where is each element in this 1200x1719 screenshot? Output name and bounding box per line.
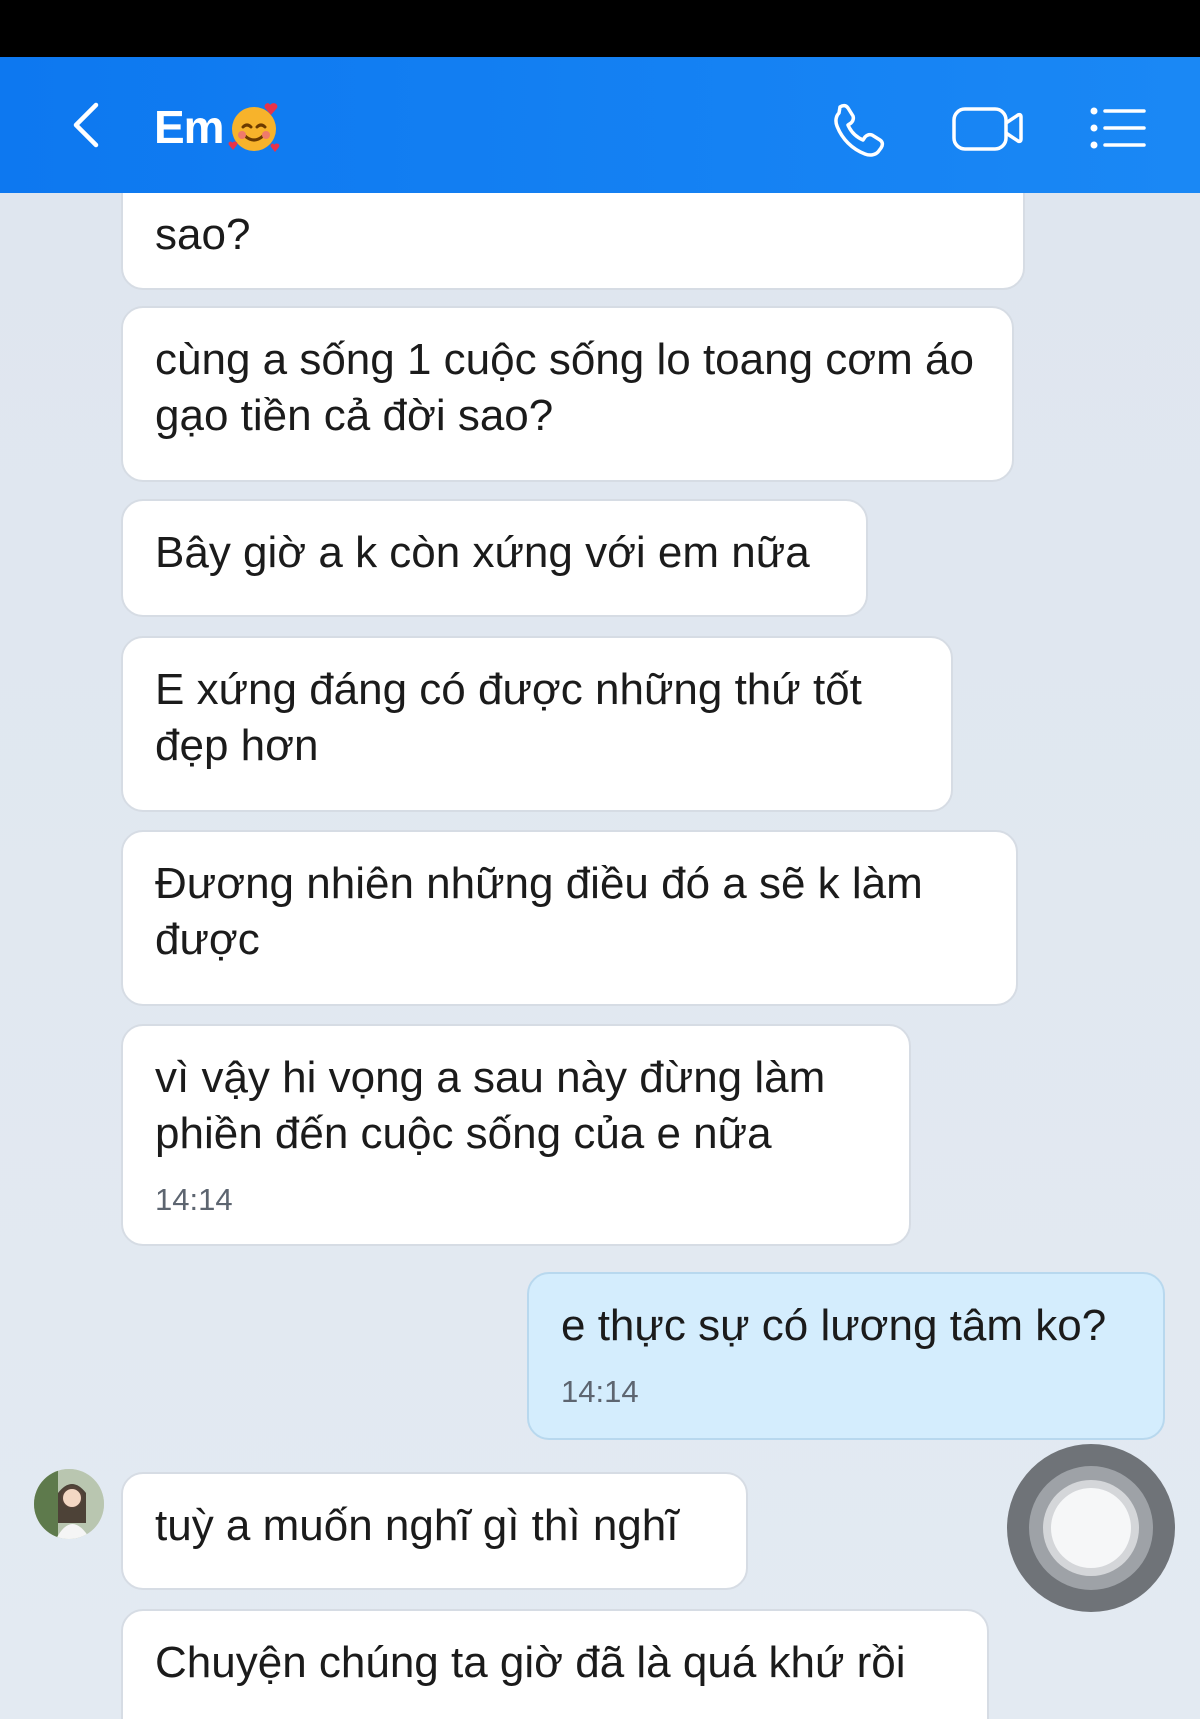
message-bubble[interactable]: tuỳ a muốn nghĩ gì thì nghĩ	[121, 1472, 748, 1590]
message-bubble[interactable]: Chuyện chúng ta giờ đã là quá khứ rồi	[121, 1609, 989, 1719]
phone-icon	[834, 103, 885, 157]
message-bubble[interactable]: vì vậy hi vọng a sau này đừng làm phiền …	[121, 1024, 911, 1246]
message-text: Chuyện chúng ta giờ đã là quá khứ rồi	[155, 1638, 906, 1687]
assistive-touch-icon	[1007, 1444, 1175, 1612]
profile-photo-icon	[34, 1469, 104, 1539]
message-text: Bây giờ a k còn xứng với em nữa	[155, 528, 810, 577]
message-text: sao?	[155, 210, 251, 259]
message-time: 14:14	[155, 1182, 233, 1217]
message-text: vì vậy hi vọng a sau này đừng làm phiền …	[155, 1053, 826, 1158]
contact-name-text: Em	[154, 101, 225, 153]
chat-header: Em	[0, 57, 1200, 193]
assistive-touch-button[interactable]	[1006, 1443, 1176, 1613]
message-bubble[interactable]: cùng a sống 1 cuộc sống lo toang cơm áo …	[121, 306, 1014, 482]
message-text: tuỳ a muốn nghĩ gì thì nghĩ	[155, 1501, 679, 1550]
chevron-left-icon	[73, 102, 99, 148]
message-bubble[interactable]: Bây giờ a k còn xứng với em nữa	[121, 499, 868, 617]
sent-message-bubble[interactable]: e thực sự có lương tâm ko? 14:14	[527, 1272, 1165, 1440]
back-button[interactable]	[60, 97, 116, 153]
message-text: cùng a sống 1 cuộc sống lo toang cơm áo …	[155, 335, 974, 440]
message-time: 14:14	[561, 1374, 639, 1409]
message-text: E xứng đáng có được những thứ tốt đẹp hơ…	[155, 665, 862, 770]
call-button[interactable]	[826, 97, 888, 159]
options-menu-button[interactable]	[1088, 97, 1150, 159]
contact-name[interactable]: Em	[154, 99, 282, 155]
video-camera-icon	[952, 107, 1023, 151]
smiling-face-with-hearts-icon	[226, 99, 282, 155]
message-bubble[interactable]: E xứng đáng có được những thứ tốt đẹp hơ…	[121, 636, 953, 812]
message-bubble[interactable]: sao?	[121, 193, 1025, 290]
message-list[interactable]: sao? cùng a sống 1 cuộc sống lo toang cơ…	[0, 193, 1200, 1719]
message-text: e thực sự có lương tâm ko?	[561, 1301, 1107, 1350]
list-menu-icon	[1090, 107, 1146, 149]
message-text: Đương nhiên những điều đó a sẽ k làm đượ…	[155, 859, 923, 964]
contact-avatar[interactable]	[34, 1469, 104, 1539]
video-call-button[interactable]	[950, 97, 1023, 159]
status-bar	[0, 0, 1200, 57]
message-bubble[interactable]: Đương nhiên những điều đó a sẽ k làm đượ…	[121, 830, 1018, 1006]
